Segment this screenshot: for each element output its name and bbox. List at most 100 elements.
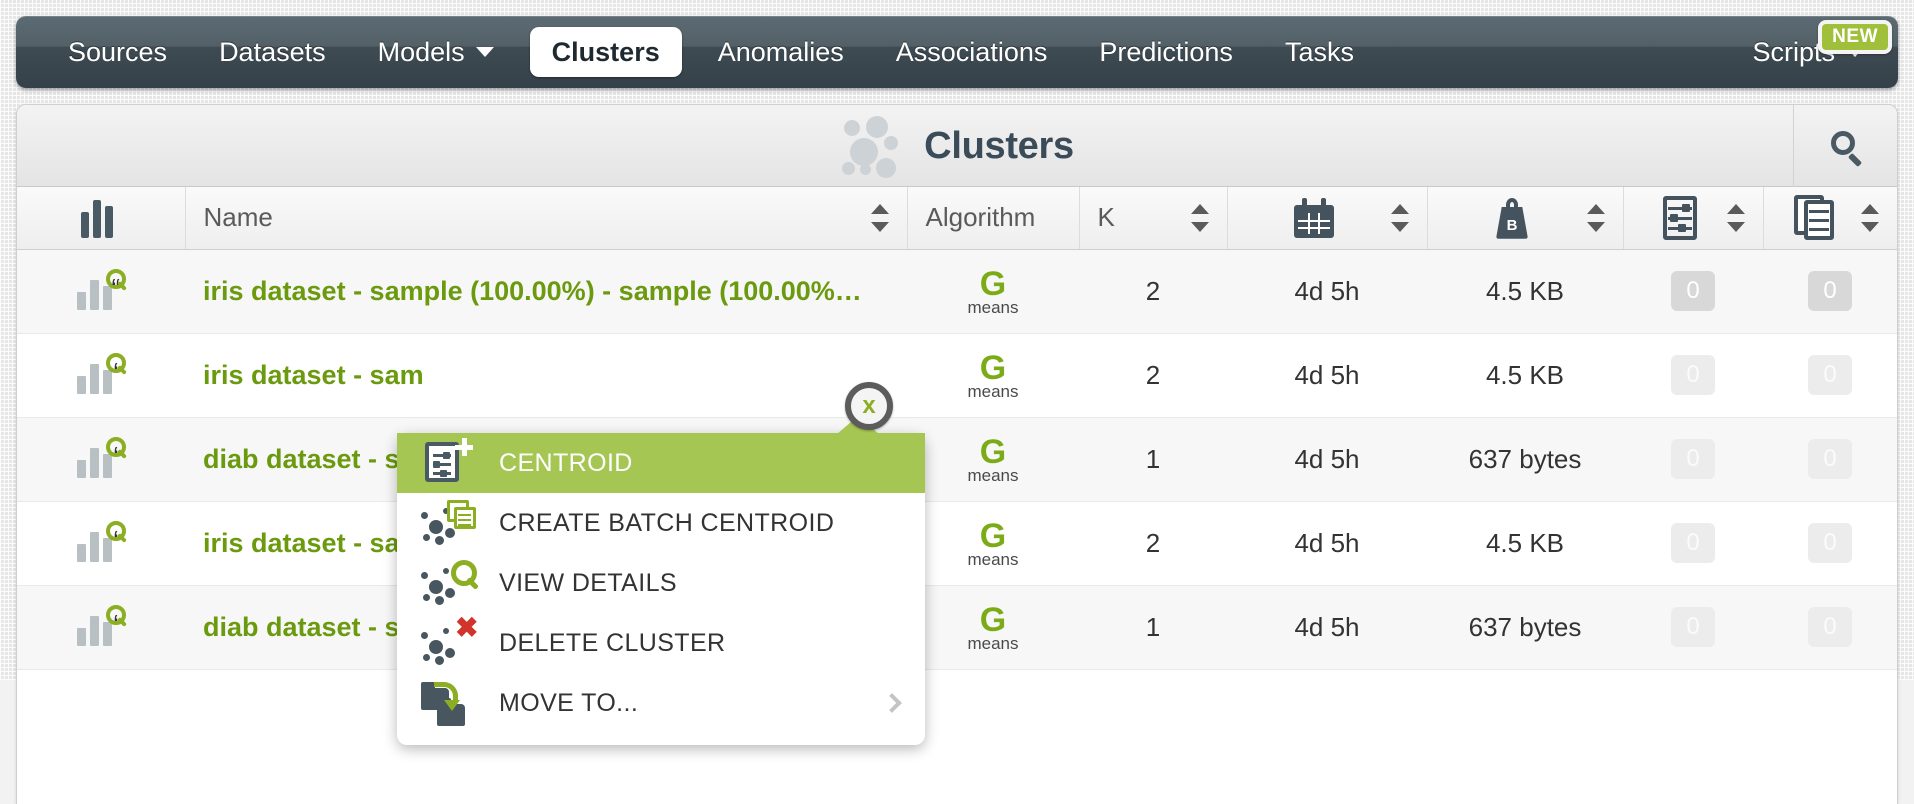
column-header-type[interactable] xyxy=(17,187,186,250)
nav-item-datasets[interactable]: Datasets xyxy=(193,16,352,88)
row-age-cell: 4d 5h xyxy=(1227,585,1427,670)
search-icon xyxy=(1830,131,1862,168)
sort-toggle-batch[interactable] xyxy=(1861,202,1879,234)
row-type-cell[interactable] xyxy=(17,501,185,586)
row-centroids-cell: 0 xyxy=(1623,249,1763,334)
row-batch-cell: 0 xyxy=(1763,501,1897,586)
algorithm-g: G xyxy=(979,516,1007,555)
table-row[interactable]: diab dataset - sa Gmeans 1 4d 5h 637 bytes 0 0 xyxy=(17,585,1897,670)
context-menu: CENTROID CREATE BATCH CENTROID VIEW DETA… xyxy=(397,416,925,745)
row-k-cell: 1 xyxy=(1079,585,1227,670)
column-header-name[interactable]: Name xyxy=(185,187,908,250)
centroids-count-badge: 0 xyxy=(1671,355,1715,395)
nav-label: Clusters xyxy=(551,36,660,67)
sort-toggle-age[interactable] xyxy=(1390,202,1409,234)
row-k-cell: 2 xyxy=(1079,501,1227,586)
row-algorithm-cell: Gmeans xyxy=(907,249,1079,334)
row-name-cell[interactable]: iris dataset - sample (100.00%) - sample… xyxy=(185,249,907,334)
nav-item-associations[interactable]: Associations xyxy=(870,16,1074,88)
cluster-name-link[interactable]: iris dataset - sample (100.00%) - sample… xyxy=(203,276,862,306)
centroids-count-badge: 0 xyxy=(1671,271,1715,311)
column-header-size[interactable]: B xyxy=(1427,187,1624,250)
row-k-cell: 2 xyxy=(1079,249,1227,334)
sort-toggle-centroids[interactable] xyxy=(1726,202,1745,234)
row-centroids-cell: 0 xyxy=(1623,417,1763,502)
column-header-centroids[interactable] xyxy=(1623,187,1764,250)
sort-toggle-name[interactable] xyxy=(870,202,889,234)
move-folder-icon xyxy=(421,680,477,726)
clusters-icon xyxy=(840,114,906,178)
cluster-row-icon xyxy=(75,604,127,650)
cluster-delete-icon: ✖ xyxy=(421,614,478,666)
row-age-cell: 4d 5h xyxy=(1227,333,1427,418)
clusters-panel: Clusters Name Algorithm K B iris dataset… xyxy=(16,104,1898,804)
menu-item-label: DELETE CLUSTER xyxy=(499,628,726,657)
batch-count-badge: 0 xyxy=(1808,607,1852,647)
row-type-cell[interactable] xyxy=(17,333,185,418)
menu-item-create-batch-centroid[interactable]: CREATE BATCH CENTROID xyxy=(397,493,925,553)
panel-header: Clusters xyxy=(17,105,1897,187)
nav-item-predictions[interactable]: Predictions xyxy=(1073,16,1259,88)
row-type-cell[interactable] xyxy=(17,249,185,334)
column-label-algorithm: Algorithm xyxy=(925,202,1036,233)
cluster-name-link[interactable]: iris dataset - sam xyxy=(203,528,424,558)
gmeans-icon: Gmeans xyxy=(925,603,1061,652)
menu-item-move-to[interactable]: MOVE TO... xyxy=(397,673,925,733)
cluster-search-icon xyxy=(421,560,477,606)
table-row[interactable]: iris dataset - sample (100.00%) - sample… xyxy=(17,249,1897,334)
table-header: Name Algorithm K B xyxy=(17,187,1897,250)
column-header-k[interactable]: K xyxy=(1079,187,1228,250)
centroid-plus-icon xyxy=(421,438,477,486)
sort-toggle-k[interactable] xyxy=(1190,202,1209,234)
nav-item-models[interactable]: Models xyxy=(352,16,520,88)
nav-item-tasks[interactable]: Tasks xyxy=(1259,16,1380,88)
menu-item-delete-cluster[interactable]: ✖ DELETE CLUSTER xyxy=(397,613,925,673)
batch-centroid-icon xyxy=(421,500,477,546)
search-button[interactable] xyxy=(1793,105,1897,187)
column-header-age[interactable] xyxy=(1227,187,1428,250)
algorithm-g: G xyxy=(979,348,1007,387)
row-k-cell: 2 xyxy=(1079,333,1227,418)
algorithm-g: G xyxy=(979,600,1007,639)
column-header-algorithm[interactable]: Algorithm xyxy=(907,187,1080,250)
batch-count-badge: 0 xyxy=(1808,523,1852,563)
table-body: iris dataset - sample (100.00%) - sample… xyxy=(17,249,1897,670)
centroid-icon xyxy=(1663,195,1697,240)
menu-item-centroid[interactable]: CENTROID xyxy=(397,433,925,493)
nav-label: Predictions xyxy=(1099,36,1233,67)
new-badge: NEW xyxy=(1818,20,1892,54)
cluster-name-link[interactable]: diab dataset - sa xyxy=(203,612,415,642)
cluster-name-link[interactable]: diab dataset - sa xyxy=(203,444,415,474)
sort-toggle-size[interactable] xyxy=(1586,202,1605,234)
centroids-count-badge: 0 xyxy=(1671,523,1715,563)
gmeans-icon: Gmeans xyxy=(925,519,1061,568)
column-label-k: K xyxy=(1097,202,1115,233)
row-algorithm-cell: Gmeans xyxy=(907,501,1079,586)
nav-item-anomalies[interactable]: Anomalies xyxy=(692,16,870,88)
table-row[interactable]: iris dataset - sam Gmeans 2 4d 5h 4.5 KB 0 0 xyxy=(17,501,1897,586)
nav-item-sources[interactable]: Sources xyxy=(42,16,193,88)
cluster-row-icon xyxy=(75,436,127,482)
close-icon: x xyxy=(862,392,876,419)
row-age-cell: 4d 5h xyxy=(1227,501,1427,586)
menu-item-view-details[interactable]: VIEW DETAILS xyxy=(397,553,925,613)
table-row[interactable]: diab dataset - sa Gmeans 1 4d 5h 637 bytes 0 0 xyxy=(17,417,1897,502)
row-centroids-cell: 0 xyxy=(1623,333,1763,418)
batch-count-badge: 0 xyxy=(1808,355,1852,395)
row-name-cell[interactable]: iris dataset - sam xyxy=(185,333,907,418)
row-type-cell[interactable] xyxy=(17,585,185,670)
row-batch-cell: 0 xyxy=(1763,249,1897,334)
algorithm-means: means xyxy=(967,633,1019,653)
nav-item-clusters[interactable]: Clusters xyxy=(529,27,682,77)
close-menu-button[interactable]: x xyxy=(845,382,893,430)
table-row[interactable]: iris dataset - sam Gmeans 2 4d 5h 4.5 KB 0 0 xyxy=(17,333,1897,418)
row-age-cell: 4d 5h xyxy=(1227,417,1427,502)
batch-centroid-icon xyxy=(1794,194,1840,241)
cluster-name-link[interactable]: iris dataset - sam xyxy=(203,360,424,390)
algorithm-g: G xyxy=(979,432,1007,471)
column-header-batch-centroids[interactable] xyxy=(1763,187,1897,250)
row-algorithm-cell: Gmeans xyxy=(907,585,1079,670)
row-type-cell[interactable] xyxy=(17,417,185,502)
calendar-icon xyxy=(1294,197,1334,238)
algorithm-means: means xyxy=(967,549,1019,569)
